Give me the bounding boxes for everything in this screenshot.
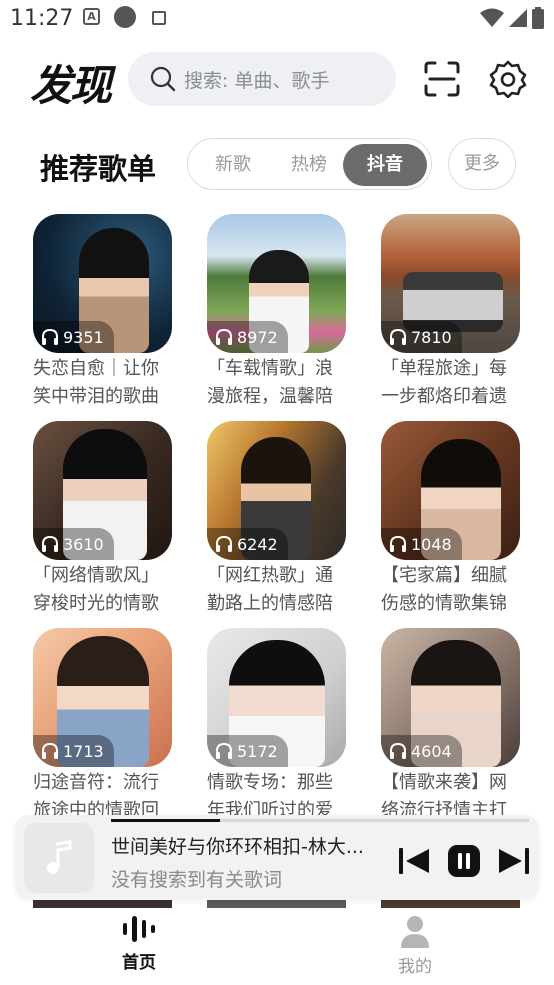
playlist-cover: 9351	[33, 214, 172, 353]
status-bar: 11:27 A	[0, 0, 554, 38]
playlist-cover-peek	[33, 900, 172, 908]
play-count: 3610	[63, 534, 104, 554]
signal-icon	[509, 9, 527, 27]
progress-fill	[111, 819, 220, 822]
page-title: 发现	[30, 61, 112, 110]
playlist-card[interactable]: 1048 【宅家篇】细腻伤感的情歌集锦	[381, 421, 531, 618]
playlist-cover: 3610	[33, 421, 172, 560]
notification-circle-icon	[114, 6, 136, 28]
nav-mine-label: 我的	[398, 957, 432, 977]
play-count: 9351	[63, 327, 104, 347]
next-icon[interactable]	[497, 846, 531, 876]
song-title: 世间美好与你环环相扣-林大...	[111, 836, 364, 858]
status-time: 11:27	[10, 6, 74, 31]
lyric-text: 没有搜索到有关歌词	[111, 869, 283, 891]
sound-bars-icon	[123, 916, 155, 942]
play-count-badge: 1713	[33, 735, 114, 767]
headphones-icon	[42, 742, 58, 759]
pause-icon[interactable]	[447, 844, 481, 878]
scan-icon[interactable]	[424, 61, 460, 97]
playlist-card[interactable]: 8972 「车载情歌」浪漫旅程，温馨陪伴	[207, 214, 357, 411]
headphones-icon	[42, 535, 58, 552]
headphones-icon	[390, 328, 406, 345]
tab-new-songs[interactable]: 新歌	[200, 144, 266, 186]
playlist-title: 失恋自愈｜让你笑中带泪的歌曲	[33, 358, 159, 407]
headphones-icon	[390, 535, 406, 552]
headphones-icon	[42, 328, 58, 345]
play-count: 4604	[411, 741, 452, 761]
playlist-cover-peek	[207, 900, 346, 908]
nav-home[interactable]: 首页	[99, 914, 179, 973]
progress-bar[interactable]	[111, 819, 529, 822]
play-count-badge: 1048	[381, 528, 462, 560]
playlist-card[interactable]: 7810 「单程旅途」每一步都烙印着遗憾	[381, 214, 531, 411]
play-count: 5172	[237, 741, 278, 761]
playlist-cover: 5172	[207, 628, 346, 767]
battery-icon	[532, 7, 544, 29]
play-count: 1048	[411, 534, 452, 554]
playlist-cover: 1713	[33, 628, 172, 767]
playlist-cover: 4604	[381, 628, 520, 767]
play-count: 7810	[411, 327, 452, 347]
play-count-badge: 3610	[33, 528, 114, 560]
play-count-badge: 5172	[207, 735, 288, 767]
mini-player[interactable]: 世间美好与你环环相扣-林大... 没有搜索到有关歌词	[15, 815, 539, 899]
previous-icon[interactable]	[397, 846, 431, 876]
playlist-cover: 1048	[381, 421, 520, 560]
playlist-title: 「网红热歌」通勤路上的情感陪伴	[207, 565, 333, 614]
playlist-title: 「单程旅途」每一步都烙印着遗憾	[381, 358, 507, 407]
more-button[interactable]: 更多	[448, 138, 516, 190]
album-cover	[24, 823, 94, 893]
play-count: 1713	[63, 741, 104, 761]
search-placeholder: 搜索: 单曲、歌手	[184, 69, 330, 92]
playlist-card[interactable]: 1713 归途音符：流行旅途中的情歌回忆	[33, 628, 183, 825]
play-count-badge: 8972	[207, 321, 288, 353]
tab-hot-chart[interactable]: 热榜	[276, 144, 342, 186]
headphones-icon	[216, 328, 232, 345]
wifi-icon	[480, 8, 504, 27]
nav-home-label: 首页	[122, 953, 156, 973]
play-count-badge: 4604	[381, 735, 462, 767]
play-count-badge: 6242	[207, 528, 288, 560]
settings-icon[interactable]	[489, 60, 527, 98]
search-input[interactable]: 搜索: 单曲、歌手	[128, 52, 396, 106]
tab-douyin[interactable]: 抖音	[343, 144, 427, 186]
playlist-card[interactable]: 4604 【情歌来袭】网络流行抒情主打	[381, 628, 531, 825]
playlist-title: 【宅家篇】细腻伤感的情歌集锦	[381, 565, 507, 614]
playlist-title: 「车载情歌」浪漫旅程，温馨陪伴	[207, 358, 333, 407]
play-count: 6242	[237, 534, 278, 554]
playlist-card[interactable]: 5172 情歌专场：那些年我们听过的爱情	[207, 628, 357, 825]
nav-mine[interactable]: 我的	[375, 914, 455, 977]
tab-group: 新歌 热榜 抖音	[187, 138, 432, 190]
music-note-icon	[47, 840, 72, 874]
playlist-cover: 7810	[381, 214, 520, 353]
headphones-icon	[216, 742, 232, 759]
notification-square-icon	[152, 11, 166, 25]
user-icon	[401, 916, 429, 948]
playlist-cover-peek	[381, 900, 520, 908]
bottom-nav: 首页 我的	[0, 908, 554, 985]
playlist-card[interactable]: 6242 「网红热歌」通勤路上的情感陪伴	[207, 421, 357, 618]
notification-a-icon: A	[83, 8, 100, 25]
play-count-badge: 7810	[381, 321, 462, 353]
playlist-card[interactable]: 3610 「网络情歌风」穿梭时光的情歌	[33, 421, 183, 618]
section-title: 推荐歌单	[40, 152, 157, 186]
play-count: 8972	[237, 327, 278, 347]
headphones-icon	[390, 742, 406, 759]
playlist-cover: 8972	[207, 214, 346, 353]
playlist-title: 「网络情歌风」穿梭时光的情歌	[33, 565, 159, 614]
search-icon	[150, 66, 176, 92]
playlist-card[interactable]: 9351 失恋自愈｜让你笑中带泪的歌曲	[33, 214, 183, 411]
headphones-icon	[216, 535, 232, 552]
playlist-cover: 6242	[207, 421, 346, 560]
play-count-badge: 9351	[33, 321, 114, 353]
